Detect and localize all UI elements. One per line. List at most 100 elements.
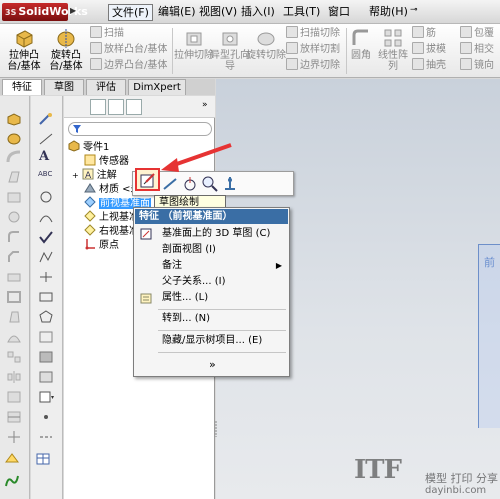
fillet-icon bbox=[352, 29, 368, 45]
context-menu: 特征 （前视基准面） 基准面上的 3D 草图 (C) 剖面视图 (I) 备注 ▶… bbox=[133, 207, 290, 377]
show-hide-icon[interactable] bbox=[221, 175, 239, 193]
circle-icon[interactable] bbox=[38, 190, 54, 204]
move-icon[interactable] bbox=[6, 430, 22, 444]
menu-item-hide-show-tree-items[interactable]: 隐藏/显示树项目... (E) bbox=[135, 333, 288, 349]
loft-boss-button[interactable]: 放样凸台/基体 bbox=[90, 42, 167, 57]
linear-pattern-button[interactable]: 线性阵列 bbox=[376, 25, 410, 72]
revolve-boss-icon bbox=[57, 29, 75, 48]
grid-icon[interactable] bbox=[38, 330, 54, 344]
pattern-icon[interactable] bbox=[6, 350, 22, 364]
extrude-cut-button[interactable]: 拉伸切除 bbox=[174, 25, 214, 61]
mirror-button[interactable]: 镜向 bbox=[460, 58, 494, 73]
menu-help[interactable]: 帮助(H) bbox=[366, 4, 411, 21]
tab-dimxpert[interactable]: DimXpert bbox=[128, 79, 186, 95]
image-icon[interactable] bbox=[38, 370, 54, 384]
zoom-to-selection-icon[interactable] bbox=[201, 175, 219, 193]
hole-wizard-button[interactable]: 异型孔向导 bbox=[210, 25, 250, 72]
menu-item-3d-sketch-on-plane[interactable]: 基准面上的 3D 草图 (C) bbox=[135, 226, 288, 242]
table-icon[interactable] bbox=[36, 452, 52, 466]
menu-window[interactable]: 窗口 bbox=[325, 4, 353, 21]
chamfer-icon[interactable] bbox=[6, 250, 22, 264]
draft-icon[interactable] bbox=[6, 310, 22, 324]
reference-geometry-icon[interactable] bbox=[4, 452, 20, 466]
extrude-boss-button[interactable]: 拉伸凸台/基体 bbox=[4, 25, 44, 72]
tree-filter-input[interactable] bbox=[68, 122, 212, 136]
polyline-icon[interactable] bbox=[38, 250, 54, 264]
menu-tools[interactable]: 工具(T) bbox=[280, 4, 323, 21]
rib-icon[interactable] bbox=[6, 270, 22, 284]
tab-sketch[interactable]: 草图 bbox=[44, 79, 84, 95]
sweep-icon[interactable] bbox=[6, 150, 22, 164]
revolve-cut-icon bbox=[257, 32, 275, 46]
chevron-right-icon[interactable]: ▶ bbox=[70, 6, 76, 15]
menu-item-comment[interactable]: 备注 ▶ bbox=[135, 258, 288, 274]
spell-check-icon[interactable]: ABC bbox=[38, 170, 54, 184]
sweep-boss-button[interactable]: 扫描 bbox=[90, 26, 124, 41]
menu-item-goto[interactable]: 转到... (N) bbox=[135, 311, 288, 327]
revolve-cut-button[interactable]: 旋转切除 bbox=[246, 25, 286, 61]
split-icon[interactable] bbox=[6, 410, 22, 424]
submenu-arrow-icon: ▶ bbox=[275, 261, 282, 270]
expand-panel-icon[interactable]: » bbox=[202, 100, 208, 110]
dome-icon[interactable] bbox=[6, 330, 22, 344]
normal-to-icon[interactable] bbox=[181, 175, 199, 193]
front-plane-preview[interactable] bbox=[478, 244, 500, 428]
wrap-icon[interactable] bbox=[6, 390, 22, 404]
sweep-cut-button[interactable]: 扫描切除 bbox=[286, 26, 340, 41]
menu-view[interactable]: 视图(V) bbox=[196, 4, 240, 21]
shell-button[interactable]: 抽壳 bbox=[412, 58, 446, 73]
text-icon[interactable]: A bbox=[39, 149, 55, 164]
rectangle-icon[interactable] bbox=[38, 290, 54, 304]
tab-features[interactable]: 特征 bbox=[2, 79, 42, 95]
rib-button[interactable]: 筋 bbox=[412, 26, 436, 41]
trim-icon[interactable] bbox=[38, 270, 54, 284]
feature-manager-tab-icon[interactable] bbox=[90, 99, 106, 115]
panel-splitter-handle[interactable] bbox=[214, 420, 219, 438]
tree-item-sensors[interactable]: 传感器 bbox=[84, 154, 129, 168]
menu-insert[interactable]: 插入(I) bbox=[238, 4, 278, 21]
boundary-cut-button[interactable]: 边界切除 bbox=[286, 58, 340, 73]
hole-icon[interactable] bbox=[6, 210, 22, 224]
loft-cut-button[interactable]: 放样切割 bbox=[286, 42, 340, 57]
menu-edit[interactable]: 编辑(E) bbox=[155, 4, 199, 21]
polygon-icon[interactable] bbox=[38, 310, 54, 324]
smart-dimension-icon[interactable] bbox=[38, 112, 54, 126]
menu-file[interactable]: 文件(F) bbox=[108, 4, 153, 21]
tree-item-origin[interactable]: 原点 bbox=[84, 238, 119, 252]
dropdown-tool-icon[interactable] bbox=[38, 390, 54, 404]
menu-item-parent-child[interactable]: 父子关系... (I) bbox=[135, 274, 288, 290]
draft-button[interactable]: 拔模 bbox=[412, 42, 446, 57]
revolve-boss-button[interactable]: 旋转凸台/基体 bbox=[46, 25, 86, 72]
tab-evaluate[interactable]: 评估 bbox=[86, 79, 126, 95]
hatch-icon[interactable] bbox=[38, 350, 54, 364]
menu-expand-more[interactable]: » bbox=[135, 357, 288, 373]
menu-item-properties[interactable]: 属性... (L) bbox=[135, 290, 288, 306]
configuration-manager-tab-icon[interactable] bbox=[126, 99, 142, 115]
extrude-icon[interactable] bbox=[6, 112, 22, 126]
centerline-icon[interactable] bbox=[38, 430, 54, 444]
solidworks-logo[interactable]: 3S SolidWorks bbox=[2, 3, 88, 21]
menu-item-section-view[interactable]: 剖面视图 (I) bbox=[135, 242, 288, 258]
wrap-button[interactable]: 包覆 bbox=[460, 26, 494, 41]
tree-item-annotations[interactable]: + A 注解 bbox=[72, 168, 117, 182]
cut-icon[interactable] bbox=[6, 190, 22, 204]
line-tool-icon[interactable] bbox=[161, 175, 179, 193]
tree-root[interactable]: 零件1 bbox=[68, 140, 109, 154]
mirror-icon[interactable] bbox=[6, 370, 22, 384]
curves-icon[interactable] bbox=[4, 474, 20, 488]
intersect-button[interactable]: 相交 bbox=[460, 42, 494, 57]
property-manager-tab-icon[interactable] bbox=[108, 99, 124, 115]
pin-icon[interactable]: ⊸ bbox=[410, 5, 418, 15]
expand-icon[interactable]: + bbox=[72, 171, 79, 180]
loft-cut-icon bbox=[286, 42, 298, 54]
boundary-boss-button[interactable]: 边界凸台/基体 bbox=[90, 58, 167, 73]
fillet-button[interactable]: 圆角 bbox=[348, 25, 374, 61]
checkmark-icon[interactable] bbox=[38, 230, 54, 244]
shell-icon[interactable] bbox=[6, 290, 22, 304]
revolve-icon[interactable] bbox=[6, 132, 22, 146]
line-icon[interactable] bbox=[38, 132, 54, 146]
fillet-icon[interactable] bbox=[6, 230, 22, 244]
arc-icon[interactable] bbox=[38, 210, 54, 224]
point-icon[interactable] bbox=[38, 410, 54, 424]
loft-icon[interactable] bbox=[6, 170, 22, 184]
